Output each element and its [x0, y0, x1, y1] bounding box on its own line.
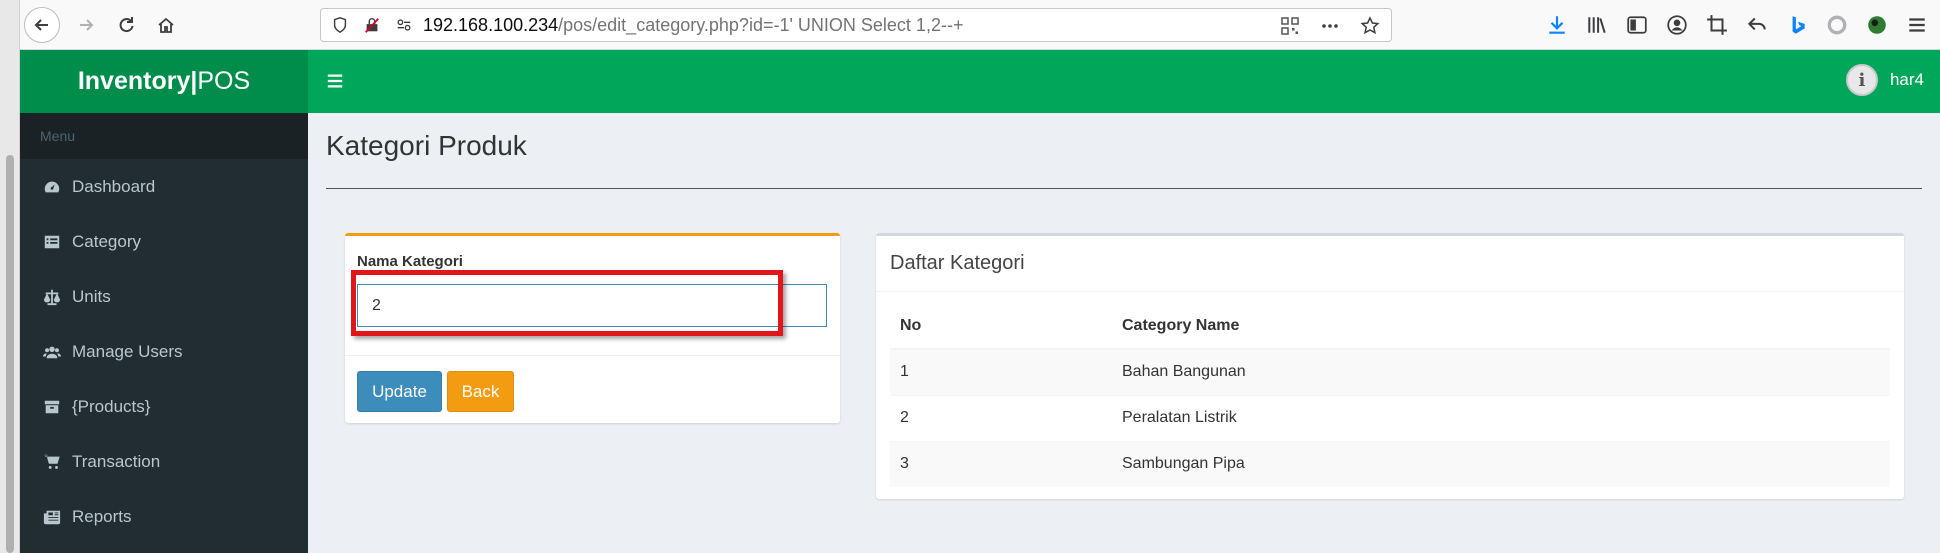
insecure-connection-icon[interactable] — [359, 12, 385, 38]
sidebar-item-label: Dashboard — [72, 176, 156, 196]
sidebar-item-products[interactable]: {Products} — [20, 379, 308, 434]
bing-icon[interactable] — [1784, 11, 1810, 39]
cell-category-name: Sambungan Pipa — [1112, 440, 1890, 487]
edit-category-form: Nama Kategori Update Back — [345, 233, 840, 423]
cell-category-name: Peralatan Listrik — [1112, 394, 1890, 441]
scroll-thumb[interactable] — [6, 155, 14, 553]
page-title: Kategori Produk — [326, 130, 527, 161]
sidebar-header: Menu — [20, 113, 308, 159]
sidebar-item-units[interactable]: Units — [20, 269, 308, 324]
cell-no: 2 — [890, 394, 1112, 441]
bookmark-star-icon[interactable] — [1357, 13, 1383, 39]
sidebar-item-dashboard[interactable]: Dashboard — [20, 159, 308, 214]
sidebar: Menu Dashboard Category Units Manage Use… — [20, 113, 308, 553]
category-name-input[interactable] — [357, 284, 827, 327]
app-logo[interactable]: Inventory | POS — [20, 50, 308, 113]
sidebar-item-reports[interactable]: Reports — [20, 489, 308, 544]
list-alt-icon — [42, 232, 62, 252]
browser-toolbar: 192.168.100.234/pos/edit_category.php?id… — [0, 0, 1940, 50]
table-row: 1 Bahan Bangunan — [890, 348, 1890, 395]
category-list-title: Daftar Kategori — [890, 252, 1025, 274]
shield-icon[interactable] — [327, 12, 353, 38]
url-host: 192.168.100.234 — [423, 14, 559, 35]
undo-arrow-icon[interactable] — [1744, 11, 1770, 39]
shopping-cart-icon — [42, 452, 62, 472]
cell-no: 3 — [890, 440, 1112, 487]
sidebar-item-label: Manage Users — [72, 341, 183, 361]
sidebar-toggle-button[interactable] — [322, 68, 348, 94]
form-divider — [345, 355, 840, 356]
sidebar-item-label: Units — [72, 286, 111, 306]
cell-category-name: Bahan Bangunan — [1112, 348, 1890, 395]
url-path: /pos/edit_category.php?id=-1' UNION Sele… — [558, 14, 964, 35]
box-header-divider — [876, 291, 1904, 292]
address-bar[interactable]: 192.168.100.234/pos/edit_category.php?id… — [320, 8, 1392, 42]
users-icon — [42, 342, 62, 362]
qr-code-icon[interactable] — [1277, 13, 1303, 39]
sidebar-item-label: {Products} — [72, 396, 151, 416]
logo-sep: | — [190, 67, 198, 95]
avatar: i — [1845, 64, 1878, 96]
category-list-box: Daftar Kategori No Category Name 1 Bahan… — [876, 233, 1904, 499]
balance-scale-icon — [42, 287, 62, 307]
reload-button[interactable] — [108, 7, 144, 43]
category-table: No Category Name 1 Bahan Bangunan 2 Pera… — [890, 304, 1890, 487]
table-header-row: No Category Name — [890, 304, 1890, 350]
back-link-button[interactable]: Back — [447, 371, 514, 412]
column-header-category-name: Category Name — [1112, 304, 1890, 350]
crop-icon[interactable] — [1704, 11, 1730, 39]
sidebar-item-category[interactable]: Category — [20, 214, 308, 269]
title-divider — [326, 188, 1922, 189]
column-header-no: No — [890, 304, 1112, 350]
left-scrollbar[interactable] — [0, 0, 20, 553]
globe-extension-icon[interactable] — [1864, 11, 1890, 39]
sidebar-item-label: Transaction — [72, 451, 161, 471]
permissions-icon[interactable] — [391, 12, 417, 38]
update-button[interactable]: Update — [357, 371, 442, 412]
url-text[interactable]: 192.168.100.234/pos/edit_category.php?id… — [423, 15, 963, 36]
home-icon — [158, 17, 174, 33]
library-icon[interactable] — [1584, 11, 1610, 39]
back-button[interactable] — [24, 7, 60, 43]
download-icon[interactable] — [1544, 11, 1570, 39]
sidebar-item-manage-users[interactable]: Manage Users — [20, 324, 308, 379]
home-button[interactable] — [148, 7, 184, 43]
category-name-label: Nama Kategori — [357, 253, 463, 270]
table-row: 3 Sambungan Pipa — [890, 440, 1890, 487]
menu-icon[interactable] — [1904, 11, 1930, 39]
archive-icon — [42, 397, 62, 417]
forward-button[interactable] — [68, 7, 104, 43]
username: har4 — [1889, 70, 1924, 89]
account-icon[interactable] — [1664, 11, 1690, 39]
hamburger-icon — [327, 74, 343, 88]
reload-icon — [119, 17, 134, 33]
cell-no: 1 — [890, 348, 1112, 395]
table-row: 2 Peralatan Listrik — [890, 394, 1890, 441]
sidebar-item-transaction[interactable]: Transaction — [20, 434, 308, 489]
sidebar-item-label: Reports — [72, 506, 132, 526]
logo-rest: POS — [197, 67, 251, 95]
logo-bold: Inventory — [77, 67, 191, 95]
newspaper-icon — [42, 507, 62, 527]
sidebar-item-label: Category — [72, 231, 141, 251]
arrow-left-icon — [34, 19, 48, 31]
arrow-right-icon — [80, 19, 94, 31]
sidebar-toggle-icon[interactable] — [1624, 11, 1650, 39]
circle-extension-icon[interactable] — [1824, 11, 1850, 39]
user-menu[interactable]: i har4 — [1845, 64, 1924, 96]
dashboard-icon — [42, 177, 62, 197]
more-actions-icon[interactable] — [1317, 13, 1343, 39]
app-header: Inventory | POS i har4 — [20, 50, 1940, 113]
